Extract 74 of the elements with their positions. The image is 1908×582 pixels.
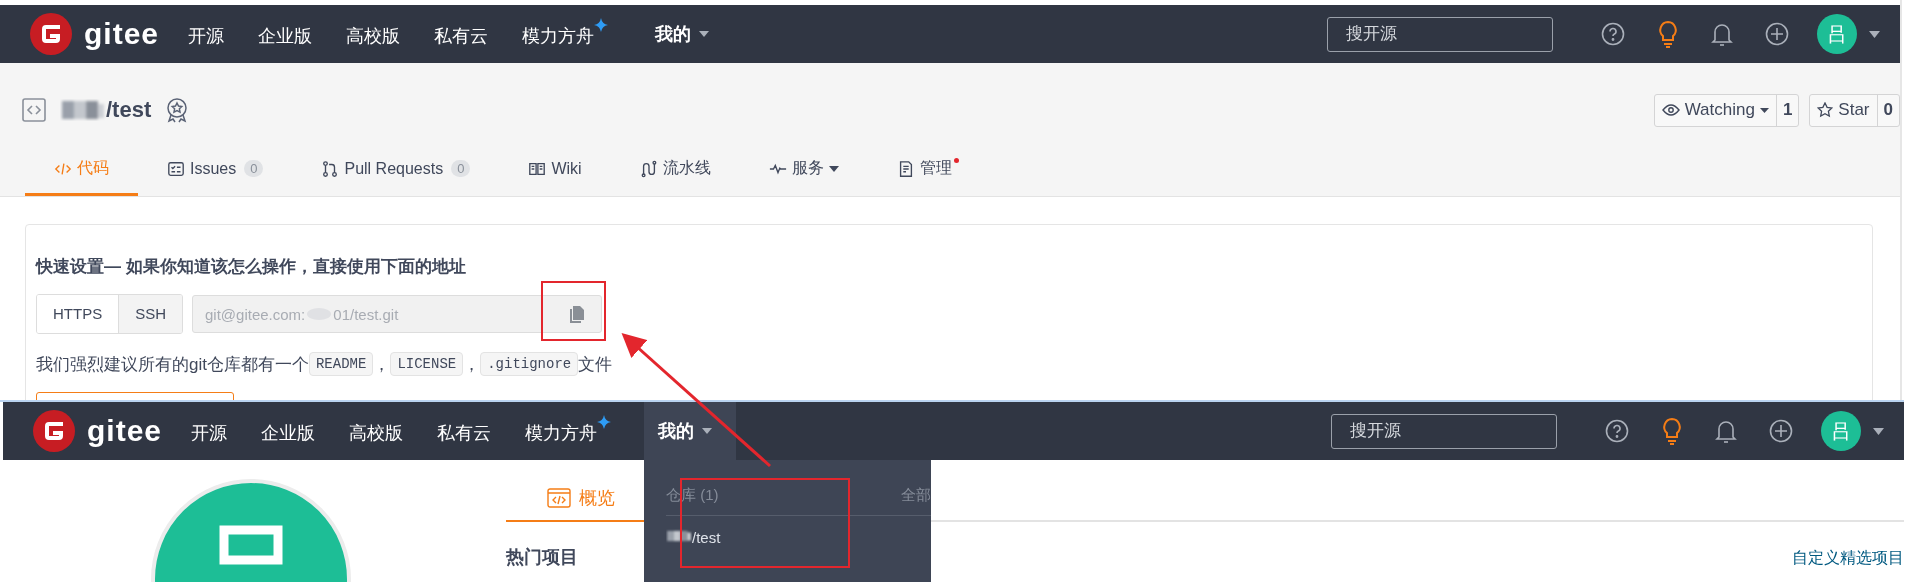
- user-menu[interactable]: 我的: [644, 402, 737, 460]
- section-title: 热门项目: [506, 546, 578, 569]
- help-icon[interactable]: [1605, 419, 1629, 443]
- nav-link[interactable]: 私有云: [437, 417, 492, 445]
- nav-link[interactable]: 私有云: [434, 20, 489, 48]
- tab-icon: [639, 159, 658, 178]
- sparkle-icon: [594, 18, 609, 32]
- caret-icon: [699, 31, 710, 37]
- code-tag: README: [308, 352, 374, 376]
- menu-heading: 仓库 (1): [666, 486, 719, 505]
- code-tag: .gitignore: [480, 352, 579, 376]
- customize-link[interactable]: 自定义精选项目: [1792, 548, 1904, 569]
- caret-icon: [828, 165, 839, 172]
- repo-icon: [22, 98, 46, 122]
- tab-icon: [321, 159, 340, 178]
- award-icon[interactable]: [165, 97, 190, 123]
- nav-link[interactable]: 企业版: [258, 20, 313, 48]
- nav-link[interactable]: 高校版: [349, 417, 404, 445]
- sparkle-icon: [597, 415, 612, 429]
- blur-patch: [60, 98, 106, 122]
- add-icon[interactable]: [1769, 419, 1793, 443]
- search-field[interactable]: 搜开源: [1331, 413, 1557, 449]
- watch-button[interactable]: Watching: [1654, 94, 1776, 126]
- nav-link[interactable]: 企业版: [261, 417, 316, 445]
- eye-icon: [1661, 104, 1680, 116]
- blur-patch: [666, 528, 693, 544]
- alert-dot: [953, 158, 959, 163]
- caret-icon[interactable]: [1869, 30, 1880, 38]
- hint-text: 我们强烈建议所有的git仓库都有一个: [36, 353, 309, 376]
- repo-tab[interactable]: Issues 0: [138, 156, 293, 196]
- logo-icon[interactable]: [33, 410, 75, 452]
- help-icon[interactable]: [1601, 22, 1625, 46]
- repo-tab[interactable]: 流水线: [610, 156, 740, 196]
- logo-icon[interactable]: [30, 13, 72, 55]
- overview-icon: [547, 488, 571, 508]
- repo-name[interactable]: /test: [106, 97, 152, 123]
- repo-tab[interactable]: 管理: [867, 156, 988, 196]
- code-tag: LICENSE: [390, 352, 464, 376]
- nav-link[interactable]: 模力方舟: [525, 417, 612, 445]
- bell-icon[interactable]: [1711, 21, 1733, 47]
- caret-icon[interactable]: [1873, 427, 1884, 435]
- copy-icon[interactable]: [570, 305, 584, 323]
- star-button[interactable]: Star: [1810, 94, 1877, 126]
- bell-icon[interactable]: [1715, 418, 1737, 444]
- add-icon[interactable]: [1765, 22, 1789, 46]
- nav-link[interactable]: 模力方舟: [522, 20, 609, 48]
- annotation-box: [541, 281, 606, 341]
- caret-icon: [1759, 107, 1769, 113]
- repo-tab[interactable]: 服务: [739, 156, 868, 196]
- logo-text[interactable]: gitee: [84, 17, 160, 51]
- lightbulb-icon[interactable]: [1661, 417, 1683, 445]
- search-field[interactable]: 搜开源: [1327, 16, 1553, 52]
- repo-tab[interactable]: Wiki: [499, 156, 611, 196]
- repo-link[interactable]: /test: [692, 529, 721, 546]
- repo-tab[interactable]: Pull Requests 0: [292, 156, 500, 196]
- count-badge: 0: [244, 160, 264, 177]
- watch-count[interactable]: 1: [1775, 94, 1799, 126]
- user-menu[interactable]: 我的: [641, 5, 724, 63]
- lightbulb-icon[interactable]: [1657, 20, 1679, 48]
- hint-text: 文件: [578, 353, 613, 376]
- protocol-tab[interactable]: SSH: [118, 295, 182, 333]
- avatar-glyph-icon: [219, 525, 283, 565]
- star-count[interactable]: 0: [1876, 94, 1899, 126]
- section-title: 快速设置— 如果你知道该怎么操作，直接使用下面的地址: [36, 256, 467, 278]
- logo-text[interactable]: gitee: [87, 414, 163, 448]
- count-badge: 0: [451, 160, 471, 177]
- caret-icon: [702, 428, 713, 434]
- star-icon: [1817, 102, 1834, 118]
- hint-text: ，: [373, 353, 391, 376]
- tab-icon: [167, 159, 185, 178]
- nav-link[interactable]: 高校版: [346, 20, 401, 48]
- nav-link[interactable]: 开源: [188, 20, 225, 48]
- hint-text: ，: [463, 353, 481, 376]
- nav-link[interactable]: 开源: [191, 417, 228, 445]
